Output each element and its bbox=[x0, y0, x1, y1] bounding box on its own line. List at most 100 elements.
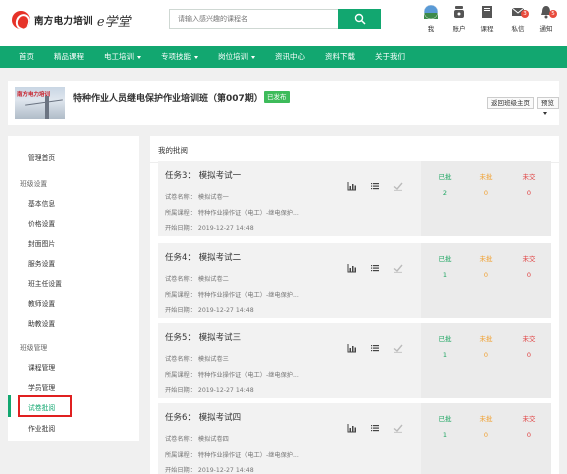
task-title[interactable]: 任务4： 模拟考试二 bbox=[165, 251, 241, 263]
stat-reviewed-label: 已批 bbox=[438, 415, 452, 423]
sidebar-item-student-management[interactable]: 学员管理 bbox=[28, 382, 55, 392]
nav-item-downloads[interactable]: 资料下载 bbox=[315, 46, 365, 68]
sidebar-item-dashboard[interactable]: 管理首页 bbox=[28, 152, 55, 162]
header-account-label: 账户 bbox=[452, 25, 466, 33]
task-paper: 试卷名称： 模拟试卷四 bbox=[165, 436, 229, 443]
task-card: 任务3： 模拟考试一 试卷名称： 模拟试卷一 所属课程： 特种作业操作证（电工）-继… bbox=[158, 161, 551, 236]
task-card: 任务6： 模拟考试四试卷名称： 模拟试卷四所属课程： 特种作业操作证（电工）-继… bbox=[158, 403, 551, 474]
header-me[interactable]: 我 bbox=[418, 4, 444, 33]
stat-reviewed-label: 已批 bbox=[438, 255, 452, 263]
header-notifications[interactable]: 5 通知 bbox=[533, 5, 559, 33]
nav-item-home[interactable]: 首页 bbox=[9, 46, 44, 68]
chevron-down-icon bbox=[251, 55, 255, 59]
site-logo[interactable]: 南方电力培训 e学堂 bbox=[12, 10, 131, 30]
check-icon[interactable] bbox=[393, 423, 403, 433]
sidebar-item-basic-info[interactable]: 基本信息 bbox=[28, 198, 55, 208]
task-paper: 试卷名称： 模拟试卷三 bbox=[165, 356, 229, 363]
sidebar-item-cover[interactable]: 封面图片 bbox=[28, 238, 55, 248]
header-me-label: 我 bbox=[427, 25, 435, 33]
header: 南方电力培训 e学堂 我 账户 课程 3 私信 5 bbox=[0, 0, 567, 46]
avatar-icon bbox=[423, 4, 439, 20]
task-card: 任务5： 模拟考试三 试卷名称： 模拟试卷三 所属课程： 特种作业操作证（电工）-继… bbox=[158, 323, 551, 398]
stat-not-submitted-count: 0 bbox=[526, 431, 532, 439]
messages-badge: 3 bbox=[521, 10, 529, 18]
task-title[interactable]: 任务3： 模拟考试一 bbox=[165, 169, 241, 181]
stat-pending-count: 0 bbox=[483, 431, 489, 439]
sidebar-item-homework-review[interactable]: 作业批阅 bbox=[28, 423, 55, 433]
wallet-icon bbox=[452, 5, 466, 19]
task-title[interactable]: 任务5： 模拟考试三 bbox=[165, 331, 241, 343]
stat-not-submitted-label: 未交 bbox=[522, 255, 536, 263]
header-messages[interactable]: 3 私信 bbox=[505, 5, 531, 33]
task-date: 开始日期： 2019-12-27 14:48 bbox=[165, 387, 254, 394]
stat-not-submitted-label: 未交 bbox=[522, 415, 536, 423]
nav-item-news[interactable]: 资讯中心 bbox=[265, 46, 315, 68]
stat-pending-label: 未批 bbox=[479, 173, 493, 181]
course-thumbnail[interactable]: 南方电力培训 bbox=[15, 87, 65, 119]
stat-pending-count: 0 bbox=[483, 351, 489, 359]
search-input[interactable] bbox=[170, 10, 338, 28]
nav-item-post-training[interactable]: 岗位培训 bbox=[208, 46, 265, 68]
task-course: 所属课程： 特种作业操作证（电工）-继电保护... bbox=[165, 292, 299, 299]
search-box bbox=[169, 9, 381, 29]
preview-button[interactable]: 预览 bbox=[537, 97, 559, 115]
nav-item-electrician[interactable]: 电工培训 bbox=[94, 46, 151, 68]
chart-icon[interactable] bbox=[347, 343, 357, 353]
stat-not-submitted-label: 未交 bbox=[522, 335, 536, 343]
back-to-class-button[interactable]: 返回班级主页 bbox=[487, 97, 534, 109]
list-icon[interactable] bbox=[370, 181, 380, 191]
nav-item-about[interactable]: 关于我们 bbox=[365, 46, 415, 68]
sidebar-item-assistant[interactable]: 助教设置 bbox=[28, 318, 55, 328]
check-icon[interactable] bbox=[393, 263, 403, 273]
sidebar-item-head-teacher[interactable]: 班主任设置 bbox=[28, 278, 62, 288]
stat-not-submitted-count: 0 bbox=[526, 271, 532, 279]
list-icon[interactable] bbox=[370, 343, 380, 353]
sidebar-item-teacher[interactable]: 教师设置 bbox=[28, 298, 55, 308]
check-icon[interactable] bbox=[393, 181, 403, 191]
nav-label: 资讯中心 bbox=[275, 52, 305, 61]
sidebar-item-course-management[interactable]: 课程管理 bbox=[28, 362, 55, 372]
check-icon[interactable] bbox=[393, 343, 403, 353]
nav-label: 精品课程 bbox=[54, 52, 84, 61]
stat-not-submitted: 未交 0 bbox=[514, 333, 544, 359]
stat-reviewed-count: 2 bbox=[442, 189, 448, 197]
header-messages-label: 私信 bbox=[511, 25, 525, 33]
main-nav: 首页 精品课程 电工培训 专项技能 岗位培训 资讯中心 资料下载 关于我们 bbox=[0, 46, 567, 68]
header-course[interactable]: 课程 bbox=[474, 5, 500, 33]
sidebar-item-exam-review[interactable]: 试卷批阅 bbox=[28, 402, 55, 412]
course-header: 南方电力培训 特种作业人员继电保护作业培训班（第007期） 已发布 返回班级主页… bbox=[8, 81, 559, 125]
stat-reviewed: 已批 2 bbox=[430, 171, 460, 197]
chart-icon[interactable] bbox=[347, 423, 357, 433]
course-title: 特种作业人员继电保护作业培训班（第007期） bbox=[73, 94, 263, 104]
notifications-badge: 5 bbox=[549, 10, 557, 18]
stat-reviewed-label: 已批 bbox=[438, 335, 452, 343]
nav-label: 首页 bbox=[19, 52, 34, 61]
thumbnail-tower bbox=[45, 96, 49, 119]
stat-reviewed-label: 已批 bbox=[438, 173, 452, 181]
nav-label: 资料下载 bbox=[325, 52, 355, 61]
stat-not-submitted: 未交 0 bbox=[514, 253, 544, 279]
book-icon bbox=[480, 5, 494, 19]
header-course-label: 课程 bbox=[480, 25, 494, 33]
task-course: 所属课程： 特种作业操作证（电工）-继电保护... bbox=[165, 452, 299, 459]
header-account[interactable]: 账户 bbox=[446, 5, 472, 33]
task-date: 开始日期： 2019-12-27 14:48 bbox=[165, 307, 254, 314]
nav-label: 岗位培训 bbox=[218, 52, 248, 61]
chart-icon[interactable] bbox=[347, 263, 357, 273]
nav-label: 关于我们 bbox=[375, 52, 405, 61]
stat-reviewed-count: 1 bbox=[442, 271, 448, 279]
stat-pending: 未批 0 bbox=[471, 333, 501, 359]
stat-not-submitted-count: 0 bbox=[526, 351, 532, 359]
search-button[interactable] bbox=[338, 9, 381, 29]
chart-icon[interactable] bbox=[347, 181, 357, 191]
list-icon[interactable] bbox=[370, 423, 380, 433]
list-icon[interactable] bbox=[370, 263, 380, 273]
sidebar-item-price[interactable]: 价格设置 bbox=[28, 218, 55, 228]
task-title[interactable]: 任务6： 模拟考试四 bbox=[165, 411, 241, 423]
search-icon bbox=[354, 13, 366, 25]
nav-item-skills[interactable]: 专项技能 bbox=[151, 46, 208, 68]
chevron-down-icon bbox=[543, 111, 547, 115]
sidebar-item-service[interactable]: 服务设置 bbox=[28, 258, 55, 268]
nav-item-featured[interactable]: 精品课程 bbox=[44, 46, 94, 68]
header-notifications-label: 通知 bbox=[539, 25, 553, 33]
